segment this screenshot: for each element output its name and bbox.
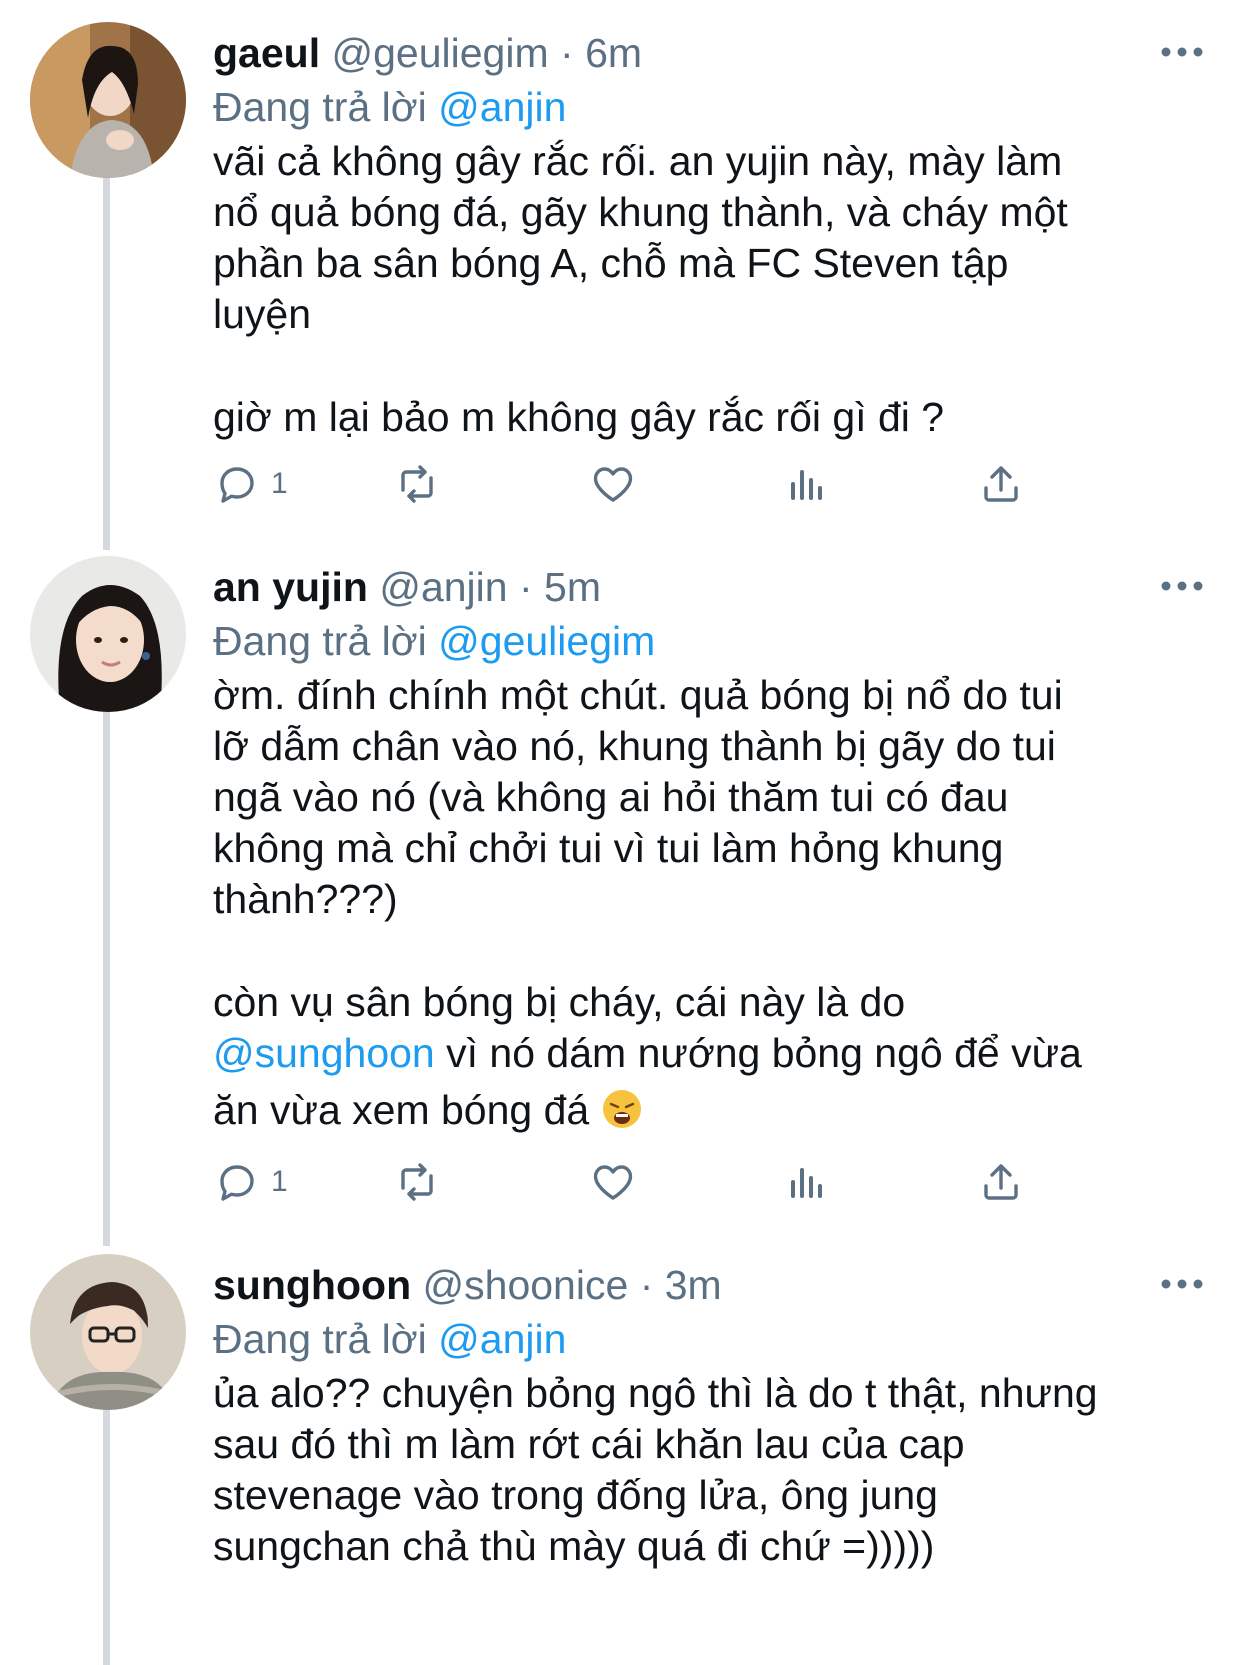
replying-to-mention[interactable]: @anjin (438, 1316, 566, 1362)
text-line: còn vụ sân bóng bị cháy, cái này là do (213, 979, 906, 1025)
reply-count: 1 (271, 1165, 288, 1198)
text-line: nổ quả bóng đá, gãy khung thành, và cháy… (213, 189, 1068, 235)
text-line: lỡ dẫm chân vào nó, khung thành bị gãy d… (213, 723, 1056, 769)
action-bar: 1 (213, 1154, 1093, 1210)
timestamp[interactable]: 3m (665, 1262, 722, 1308)
avatar-image (30, 556, 186, 712)
heart-icon (593, 467, 633, 502)
retweet-icon (401, 1163, 433, 1201)
like-button[interactable] (589, 456, 637, 512)
text-line: thành???) (213, 876, 398, 922)
analytics-icon (791, 1168, 822, 1198)
retweet-icon (401, 465, 433, 503)
avatar[interactable] (30, 1254, 186, 1410)
text-line: ngã vào nó (và không ai hỏi thăm tui có … (213, 774, 1009, 820)
text-line: vãi cả không gây rắc rối. an yujin này, … (213, 138, 1063, 184)
tweet-text: ủa alo?? chuyện bỏng ngô thì là do t thậ… (213, 1368, 1213, 1572)
tweet-text: vãi cả không gây rắc rối. an yujin này, … (213, 136, 1213, 443)
reply-button[interactable]: 1 (213, 1154, 288, 1210)
display-name[interactable]: sunghoon (213, 1262, 411, 1308)
retweet-button[interactable] (393, 1154, 441, 1210)
replying-label: Đang trả lời (213, 1316, 427, 1362)
avatar-image (30, 22, 186, 178)
display-name[interactable]: gaeul (213, 30, 320, 76)
analytics-button[interactable] (783, 1154, 831, 1210)
avatar[interactable] (30, 556, 186, 712)
text-line: phần ba sân bóng A, chỗ mà FC Steven tập (213, 240, 1009, 286)
separator-dot: · (639, 1262, 654, 1308)
text-line: ủa alo?? chuyện bỏng ngô thì là do t thậ… (213, 1370, 1098, 1416)
tweet-header: an yujin @anjin · 5m (213, 560, 601, 614)
reply-button[interactable]: 1 (213, 456, 288, 512)
text-line: stevenage vào trong đống lửa, ông jung (213, 1472, 938, 1518)
tweet-sunghoon[interactable]: sunghoon @shoonice · 3m Đang trả lời @an… (0, 1254, 1242, 1665)
weary-face-icon (601, 1088, 643, 1130)
text-line: luyện (213, 291, 312, 337)
avatar-image (30, 1254, 186, 1410)
reply-icon (220, 1165, 254, 1201)
text-span: vì nó dám nướng bỏng ngô để vừa (434, 1030, 1082, 1076)
replying-to: Đang trả lời @geuliegim (213, 614, 655, 668)
analytics-icon (791, 470, 822, 500)
body-mention[interactable]: @sunghoon (213, 1030, 435, 1076)
replying-to-mention[interactable]: @anjin (438, 84, 566, 130)
text-line: giờ m lại bảo m không gây rắc rối gì đi … (213, 394, 945, 440)
text-line: sau đó thì m làm rớt cái khăn lau của ca… (213, 1421, 965, 1467)
text-line: ăn vừa xem bóng đá (213, 1085, 1213, 1136)
like-button[interactable] (589, 1154, 637, 1210)
text-line: sungchan chả thù mày quá đi chứ =))))) (213, 1523, 935, 1569)
analytics-button[interactable] (783, 456, 831, 512)
tweet-gaeul[interactable]: gaeul @geuliegim · 6m Đang trả lời @anji… (0, 22, 1242, 542)
timestamp[interactable]: 5m (544, 564, 601, 610)
text-line: @sunghoon vì nó dám nướng bỏng ngô để vừ… (213, 1028, 1213, 1079)
tweet-an-yujin[interactable]: an yujin @anjin · 5m Đang trả lời @geuli… (0, 556, 1242, 1246)
replying-to: Đang trả lời @anjin (213, 1312, 566, 1366)
heart-icon (593, 1165, 633, 1200)
retweet-button[interactable] (393, 456, 441, 512)
replying-to: Đang trả lời @anjin (213, 80, 566, 134)
replying-to-mention[interactable]: @geuliegim (438, 618, 655, 664)
timestamp[interactable]: 6m (585, 30, 642, 76)
display-name[interactable]: an yujin (213, 564, 368, 610)
user-handle[interactable]: @anjin (379, 564, 507, 610)
share-button[interactable] (977, 456, 1025, 512)
more-options-icon[interactable] (1160, 1274, 1204, 1294)
separator-dot: · (518, 564, 533, 610)
share-icon (984, 466, 1018, 502)
share-icon (984, 1164, 1018, 1200)
tweet-text: ờm. đính chính một chút. quả bóng bị nổ … (213, 670, 1213, 1136)
tweet-header: sunghoon @shoonice · 3m (213, 1258, 722, 1312)
text-span: ăn vừa xem bóng đá (213, 1087, 590, 1133)
more-options-icon[interactable] (1160, 42, 1204, 62)
separator-dot: · (560, 30, 574, 76)
more-options-icon[interactable] (1160, 576, 1204, 596)
tweet-header: gaeul @geuliegim · 6m (213, 26, 642, 80)
reply-count: 1 (271, 467, 288, 500)
replying-label: Đang trả lời (213, 618, 427, 664)
action-bar: 1 (213, 456, 1093, 512)
user-handle[interactable]: @geuliegim (332, 30, 549, 76)
text-line: ờm. đính chính một chút. quả bóng bị nổ … (213, 672, 1063, 718)
reply-icon (220, 467, 254, 503)
replying-label: Đang trả lời (213, 84, 427, 130)
user-handle[interactable]: @shoonice (423, 1262, 629, 1308)
avatar[interactable] (30, 22, 186, 178)
share-button[interactable] (977, 1154, 1025, 1210)
text-line: không mà chỉ chởi tui vì tui làm hỏng kh… (213, 825, 1004, 871)
